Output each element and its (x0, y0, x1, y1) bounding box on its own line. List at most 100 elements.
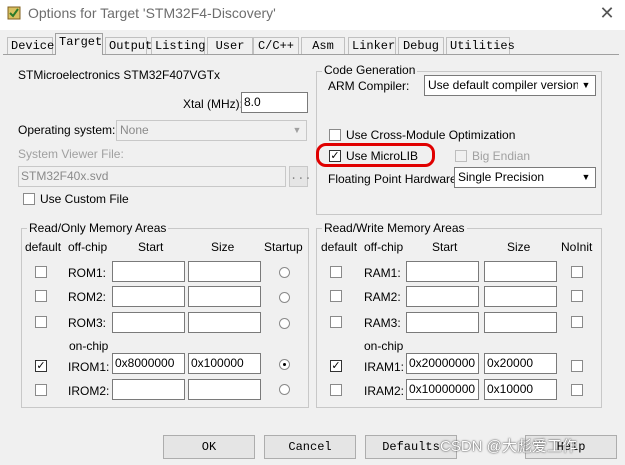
rom3-size-input[interactable] (188, 312, 261, 333)
ram3-default-checkbox[interactable] (330, 316, 342, 328)
rw-header-offchip: off-chip (364, 240, 404, 254)
rw-header-start: Start (432, 240, 458, 254)
ram2-noinit-checkbox[interactable] (571, 290, 583, 302)
tab-linker[interactable]: Linker (348, 37, 396, 54)
iram1-start-input[interactable]: 0x20000000 (406, 353, 479, 374)
ro-header-start: Start (138, 240, 164, 254)
iram1-label: IRAM1: (364, 360, 405, 374)
ram1-size-input[interactable] (484, 261, 557, 282)
rw-onchip-label: on-chip (364, 339, 404, 353)
irom2-label: IROM2: (68, 384, 110, 398)
irom2-size-input[interactable] (188, 379, 261, 400)
rom3-start-input[interactable] (112, 312, 185, 333)
ram1-start-input[interactable] (406, 261, 479, 282)
ok-button[interactable]: OK (163, 435, 255, 459)
os-value: None (120, 123, 149, 137)
close-icon[interactable]: ✕ (592, 1, 622, 25)
arm-compiler-value: Use default compiler version 5 (428, 78, 590, 92)
irom1-startup-radio[interactable] (279, 359, 290, 370)
rom2-start-input[interactable] (112, 286, 185, 307)
ro-header-size: Size (211, 240, 235, 254)
iram1-default-checkbox[interactable]: ✓ (330, 360, 342, 372)
irom2-start-input[interactable] (112, 379, 185, 400)
svd-input[interactable]: STM32F40x.svd (18, 166, 286, 187)
rom1-default-checkbox[interactable] (35, 266, 47, 278)
rom1-size-input[interactable] (188, 261, 261, 282)
rom2-default-checkbox[interactable] (35, 290, 47, 302)
ro-header-default: default (25, 240, 62, 254)
tab-cc[interactable]: C/C++ (253, 37, 299, 54)
ram1-label: RAM1: (364, 266, 401, 280)
rw-header-default: default (321, 240, 358, 254)
iram1-size-input[interactable]: 0x20000 (484, 353, 557, 374)
rw-memory-legend: Read/Write Memory Areas (322, 221, 467, 235)
device-name: STMicroelectronics STM32F407VGTx (18, 68, 221, 82)
ram2-size-input[interactable] (484, 286, 557, 307)
rom1-label: ROM1: (68, 266, 107, 280)
fpu-select[interactable]: Single Precision ▼ (454, 167, 596, 188)
iram2-size-input[interactable]: 0x10000 (484, 379, 557, 400)
irom1-size-input[interactable]: 0x100000 (188, 353, 261, 374)
ram3-size-input[interactable] (484, 312, 557, 333)
iram2-noinit-checkbox[interactable] (571, 384, 583, 396)
arm-compiler-label: ARM Compiler: (328, 79, 410, 93)
ro-header-startup: Startup (264, 240, 303, 254)
iram2-label: IRAM2: (364, 384, 405, 398)
rom3-startup-radio[interactable] (279, 318, 290, 329)
cross-module-label: Use Cross-Module Optimization (346, 128, 516, 142)
svd-label: System Viewer File: (18, 147, 124, 161)
ro-onchip-label: on-chip (69, 339, 109, 353)
chevron-down-icon: ▼ (289, 122, 305, 139)
rom1-startup-radio[interactable] (279, 267, 290, 278)
ram3-label: RAM3: (364, 316, 401, 330)
ram1-default-checkbox[interactable] (330, 266, 342, 278)
chevron-down-icon: ▼ (578, 77, 594, 94)
irom1-start-input[interactable]: 0x8000000 (112, 353, 185, 374)
iram2-start-input[interactable]: 0x10000000 (406, 379, 479, 400)
tab-utilities[interactable]: Utilities (446, 37, 515, 54)
custom-file-label: Use Custom File (40, 192, 129, 206)
irom2-startup-radio[interactable] (279, 384, 290, 395)
rom2-size-input[interactable] (188, 286, 261, 307)
xtal-input[interactable]: 8.0 (241, 92, 308, 113)
big-endian-label: Big Endian (472, 149, 531, 163)
irom1-default-checkbox[interactable]: ✓ (35, 360, 47, 372)
options-icon (7, 6, 21, 20)
ram3-start-input[interactable] (406, 312, 479, 333)
tab-listing[interactable]: Listing (151, 37, 205, 54)
tab-asm[interactable]: Asm (301, 37, 345, 54)
big-endian-checkbox[interactable] (455, 150, 467, 162)
ro-memory-legend: Read/Only Memory Areas (27, 221, 169, 235)
rom2-label: ROM2: (68, 290, 107, 304)
rom2-startup-radio[interactable] (279, 292, 290, 303)
ram2-start-input[interactable] (406, 286, 479, 307)
tab-output[interactable]: Output (105, 37, 152, 54)
custom-file-checkbox[interactable] (23, 193, 35, 205)
browse-button[interactable]: ... (289, 166, 312, 187)
tab-target[interactable]: Target (55, 33, 103, 55)
arm-compiler-select[interactable]: Use default compiler version 5 ▼ (424, 75, 596, 96)
tab-device[interactable]: Device (7, 37, 54, 54)
rom1-start-input[interactable] (112, 261, 185, 282)
irom1-label: IROM1: (68, 360, 110, 374)
cross-module-checkbox[interactable] (329, 129, 341, 141)
ram3-noinit-checkbox[interactable] (571, 316, 583, 328)
irom2-default-checkbox[interactable] (35, 384, 47, 396)
code-generation-legend: Code Generation (322, 63, 418, 77)
ram2-default-checkbox[interactable] (330, 290, 342, 302)
rw-header-size: Size (507, 240, 531, 254)
iram2-default-checkbox[interactable] (330, 384, 342, 396)
ram2-label: RAM2: (364, 290, 401, 304)
ro-header-offchip: off-chip (68, 240, 108, 254)
os-select[interactable]: None ▼ (116, 120, 307, 141)
ram1-noinit-checkbox[interactable] (571, 266, 583, 278)
chevron-down-icon: ▼ (578, 169, 594, 186)
tab-debug[interactable]: Debug (398, 37, 444, 54)
microlib-label: Use MicroLIB (346, 149, 419, 163)
iram1-noinit-checkbox[interactable] (571, 360, 583, 372)
tab-user[interactable]: User (207, 37, 253, 54)
xtal-label: Xtal (MHz): (183, 97, 243, 111)
cancel-button[interactable]: Cancel (264, 435, 356, 459)
rom3-default-checkbox[interactable] (35, 316, 47, 328)
microlib-checkbox[interactable]: ✓ (329, 150, 341, 162)
